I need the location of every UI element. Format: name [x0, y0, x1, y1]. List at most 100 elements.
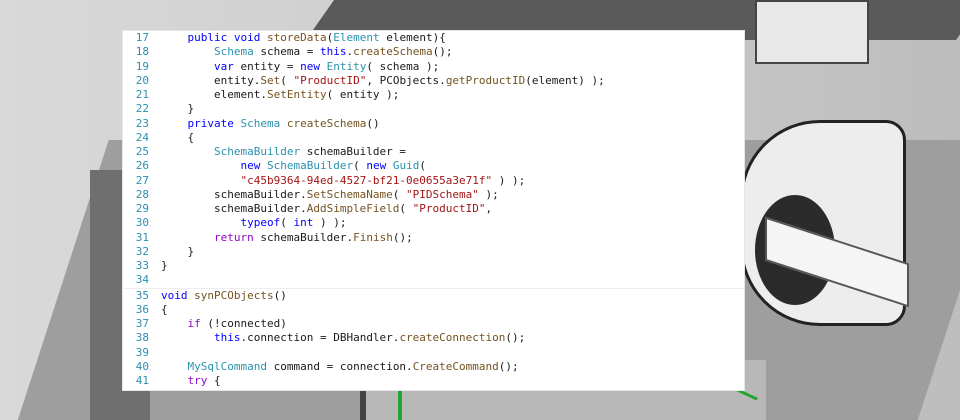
code-line[interactable]: 25 SchemaBuilder schemaBuilder =: [123, 145, 744, 159]
code-token: (: [392, 187, 407, 201]
code-token: Element: [333, 31, 380, 44]
code-token: createSchema: [286, 116, 367, 130]
code-token: SchemaBuilder: [266, 159, 354, 173]
code-token: {: [207, 374, 221, 387]
code-token: int: [293, 216, 314, 230]
code-line[interactable]: 28 schemaBuilder.SetSchemaName( "PIDSche…: [123, 188, 744, 202]
code-token: Schema: [240, 116, 281, 130]
code-text[interactable]: element.SetEntity( entity );: [161, 88, 744, 102]
code-line[interactable]: 34: [123, 273, 744, 289]
code-text[interactable]: this.connection = DBHandler.createConnec…: [161, 331, 744, 345]
code-text[interactable]: Schema schema = this.createSchema();: [161, 45, 744, 59]
code-text[interactable]: {: [161, 131, 744, 145]
code-text[interactable]: if (!connected): [161, 317, 744, 331]
code-text[interactable]: MySqlCommand command = connection.Create…: [161, 360, 744, 374]
ring-object: [920, 55, 960, 111]
code-line[interactable]: 38 this.connection = DBHandler.createCon…: [123, 331, 744, 345]
code-text[interactable]: }: [161, 102, 744, 116]
code-token: getProductID: [445, 73, 526, 87]
code-token: entity.: [161, 73, 261, 87]
code-text[interactable]: }: [161, 245, 744, 259]
line-number: 29: [135, 202, 149, 215]
line-number: 19: [135, 59, 149, 73]
code-token: ) );: [313, 216, 347, 230]
code-token: CreateCommand: [412, 359, 499, 373]
code-text[interactable]: schemaBuilder.SetSchemaName( "PIDSchema"…: [161, 188, 744, 202]
code-line[interactable]: 18 Schema schema = this.createSchema();: [123, 45, 744, 59]
code-editor-panel[interactable]: 17 public void storeData(Element element…: [123, 31, 744, 390]
code-line[interactable]: 27 "c45b9364-94ed-4527-bf21-0e0655a3e71f…: [123, 174, 744, 188]
code-line[interactable]: 29 schemaBuilder.AddSimpleField( "Produc…: [123, 202, 744, 216]
code-token: this: [319, 45, 347, 59]
code-line[interactable]: 19 var entity = new Entity( schema );: [123, 60, 744, 74]
code-token: return: [213, 230, 254, 244]
code-line[interactable]: 39: [123, 346, 744, 360]
code-text[interactable]: private Schema createSchema(): [161, 117, 744, 131]
line-number: 32: [135, 244, 149, 258]
code-token: ,: [485, 202, 493, 215]
code-line[interactable]: 20 entity.Set( "ProductID", PCObjects.ge…: [123, 74, 744, 88]
code-line[interactable]: 37 if (!connected): [123, 317, 744, 331]
code-line[interactable]: 32 }: [123, 245, 744, 259]
code-line[interactable]: 30 typeof( int ) );: [123, 216, 744, 230]
code-line[interactable]: 31 return schemaBuilder.Finish();: [123, 231, 744, 245]
code-token: (: [280, 73, 294, 87]
code-line[interactable]: 22 }: [123, 102, 744, 116]
code-token: Set: [260, 73, 281, 87]
code-token: if: [187, 317, 201, 330]
code-line[interactable]: 36 {: [123, 303, 744, 317]
code-token: Entity: [326, 59, 367, 73]
code-token: }: [161, 102, 195, 116]
code-text[interactable]: schemaBuilder.AddSimpleField( "ProductID…: [161, 202, 744, 216]
code-line[interactable]: 17 public void storeData(Element element…: [123, 31, 744, 45]
line-number: 38: [135, 331, 149, 345]
line-number: 33: [135, 259, 149, 272]
code-text[interactable]: var entity = new Entity( schema );: [161, 60, 744, 74]
line-number: 35: [135, 288, 149, 302]
code-token: ( entity );: [326, 88, 400, 101]
code-line[interactable]: 26 new SchemaBuilder( new Guid(: [123, 159, 744, 173]
code-line[interactable]: 21 element.SetEntity( entity );: [123, 88, 744, 102]
code-text[interactable]: try {: [161, 374, 744, 388]
code-token: , PCObjects.: [366, 73, 446, 87]
line-number: 40: [135, 359, 149, 373]
code-text[interactable]: void synPCObjects(): [161, 289, 744, 303]
code-line[interactable]: 35 void synPCObjects(): [123, 289, 744, 303]
code-text[interactable]: "c45b9364-94ed-4527-bf21-0e0655a3e71f" )…: [161, 174, 744, 188]
code-token: schemaBuilder.: [161, 187, 307, 201]
code-token: ();: [498, 359, 519, 373]
code-text[interactable]: SchemaBuilder schemaBuilder =: [161, 145, 744, 159]
code-text[interactable]: entity.Set( "ProductID", PCObjects.getPr…: [161, 74, 744, 88]
code-token: try: [187, 374, 208, 387]
code-text[interactable]: public void storeData(Element element){: [161, 31, 744, 45]
code-token: }: [161, 244, 195, 258]
code-text[interactable]: new SchemaBuilder( new Guid(: [161, 159, 744, 173]
code-token: var: [213, 59, 234, 73]
code-token: void: [233, 31, 261, 44]
code-line[interactable]: 24 {: [123, 131, 744, 145]
code-token: ) );: [492, 173, 526, 187]
code-line[interactable]: 41 try {: [123, 374, 744, 388]
code-token: (: [419, 159, 426, 173]
code-text[interactable]: typeof( int ) );: [161, 216, 744, 230]
code-text[interactable]: }: [161, 259, 744, 273]
code-token: public: [187, 31, 228, 44]
code-line[interactable]: 40 MySqlCommand command = connection.Cre…: [123, 360, 744, 374]
code-token: schemaBuilder.: [161, 202, 307, 215]
code-token: .connection = DBHandler.: [240, 331, 400, 345]
code-line[interactable]: 23 private Schema createSchema(): [123, 117, 744, 131]
code-token: (: [353, 159, 367, 173]
code-text[interactable]: {: [161, 303, 744, 317]
code-token: command = connection.: [266, 359, 413, 373]
code-token: (element) );: [525, 73, 605, 87]
line-number: 31: [135, 230, 149, 244]
code-line[interactable]: 33}: [123, 259, 744, 273]
line-number: 21: [135, 88, 149, 101]
code-text[interactable]: return schemaBuilder.Finish();: [161, 231, 744, 245]
code-token: );: [478, 187, 499, 201]
